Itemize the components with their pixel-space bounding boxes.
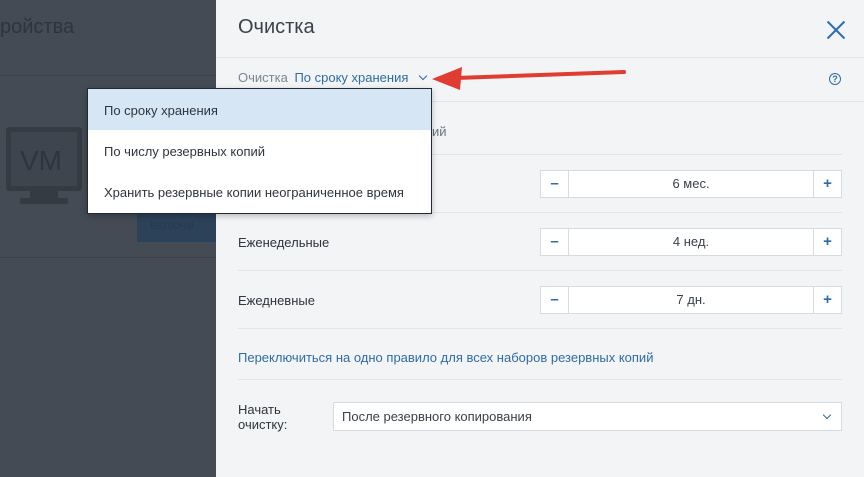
background-title: ройства [0, 16, 75, 38]
row-divider [238, 328, 842, 329]
monitor-label: VM [20, 145, 62, 176]
cleanup-mode-dropdown[interactable]: По сроку хранения [294, 70, 428, 85]
menu-item-by-retention[interactable]: По сроку хранения [88, 89, 431, 130]
help-icon[interactable]: ? [829, 73, 841, 85]
weekly-stepper: – 4 нед. + [540, 228, 842, 256]
cleanup-mode-menu: По сроку хранения По числу резервных коп… [87, 88, 432, 214]
partial-text: ий [432, 124, 447, 139]
minus-icon[interactable]: – [540, 228, 569, 256]
row-label-daily: Ежедневные [238, 293, 315, 308]
daily-stepper: – 7 дн. + [540, 286, 842, 314]
minus-icon[interactable]: – [540, 170, 569, 198]
menu-item-by-count[interactable]: По числу резервных копий [88, 130, 431, 171]
cleanup-mode-selector: Очистка По сроку хранения [238, 70, 428, 85]
chevron-down-icon [418, 71, 428, 81]
switch-single-rule-link[interactable]: Переключиться на одно правило для всех н… [238, 350, 653, 365]
start-cleanup-label-line1: Начать [238, 402, 281, 417]
row-divider [238, 270, 842, 271]
cleanup-mode-label: Очистка [238, 70, 288, 85]
minus-icon[interactable]: – [540, 286, 569, 314]
panel-header: Очистка [216, 0, 864, 58]
daily-value[interactable]: 7 дн. [569, 286, 813, 314]
background-divider [0, 257, 216, 258]
panel-title: Очистка [238, 16, 315, 38]
weekly-value[interactable]: 4 нед. [569, 228, 813, 256]
monitor-icon: VM [6, 127, 82, 191]
plus-icon[interactable]: + [813, 286, 842, 314]
cleanup-mode-value: По сроку хранения [294, 70, 409, 85]
monthly-stepper: – 6 мес. + [540, 170, 842, 198]
start-cleanup-value: После резервного копирования [342, 409, 532, 424]
row-divider [238, 379, 842, 380]
start-cleanup-label: Начать очистку: [238, 402, 287, 432]
start-cleanup-label-line2: очистку: [238, 417, 288, 432]
arrow-annotation-icon [432, 67, 626, 90]
start-cleanup-select[interactable]: После резервного копирования [333, 402, 842, 431]
chevron-down-icon [822, 410, 832, 420]
background-app: ройства VM включи [0, 0, 216, 477]
plus-icon[interactable]: + [813, 170, 842, 198]
close-icon[interactable] [826, 20, 846, 40]
row-label-weekly: Еженедельные [238, 235, 330, 250]
plus-icon[interactable]: + [813, 228, 842, 256]
monitor-base [20, 198, 68, 204]
background-divider [0, 75, 216, 76]
menu-item-keep-forever[interactable]: Хранить резервные копии неограниченное в… [88, 171, 431, 212]
monthly-value[interactable]: 6 мес. [569, 170, 813, 198]
